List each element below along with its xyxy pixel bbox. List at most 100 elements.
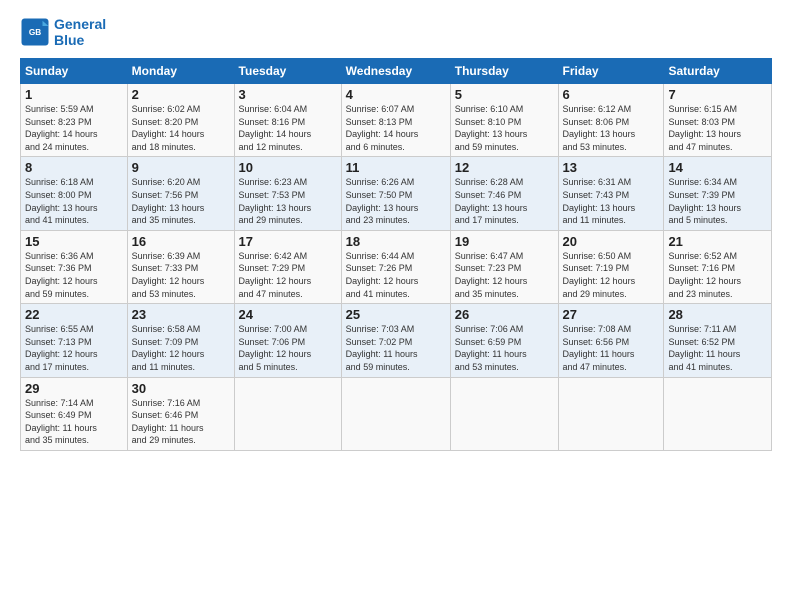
- day-number: 7: [668, 87, 767, 102]
- day-cell: 6Sunrise: 6:12 AM Sunset: 8:06 PM Daylig…: [558, 84, 664, 157]
- day-number: 15: [25, 234, 123, 249]
- header-cell-thursday: Thursday: [450, 59, 558, 84]
- day-number: 16: [132, 234, 230, 249]
- day-number: 2: [132, 87, 230, 102]
- day-number: 29: [25, 381, 123, 396]
- day-info: Sunrise: 6:36 AM Sunset: 7:36 PM Dayligh…: [25, 250, 123, 300]
- header-cell-tuesday: Tuesday: [234, 59, 341, 84]
- header-cell-wednesday: Wednesday: [341, 59, 450, 84]
- day-number: 4: [346, 87, 446, 102]
- day-info: Sunrise: 7:00 AM Sunset: 7:06 PM Dayligh…: [239, 323, 337, 373]
- day-cell: 13Sunrise: 6:31 AM Sunset: 7:43 PM Dayli…: [558, 157, 664, 230]
- day-cell: 25Sunrise: 7:03 AM Sunset: 7:02 PM Dayli…: [341, 304, 450, 377]
- day-info: Sunrise: 6:47 AM Sunset: 7:23 PM Dayligh…: [455, 250, 554, 300]
- day-cell: 8Sunrise: 6:18 AM Sunset: 8:00 PM Daylig…: [21, 157, 128, 230]
- day-number: 24: [239, 307, 337, 322]
- day-info: Sunrise: 6:42 AM Sunset: 7:29 PM Dayligh…: [239, 250, 337, 300]
- day-cell: [558, 377, 664, 450]
- header-cell-monday: Monday: [127, 59, 234, 84]
- day-cell: [234, 377, 341, 450]
- day-info: Sunrise: 7:11 AM Sunset: 6:52 PM Dayligh…: [668, 323, 767, 373]
- day-number: 30: [132, 381, 230, 396]
- day-number: 27: [563, 307, 660, 322]
- day-cell: 20Sunrise: 6:50 AM Sunset: 7:19 PM Dayli…: [558, 230, 664, 303]
- day-number: 26: [455, 307, 554, 322]
- day-info: Sunrise: 7:03 AM Sunset: 7:02 PM Dayligh…: [346, 323, 446, 373]
- header-row: SundayMondayTuesdayWednesdayThursdayFrid…: [21, 59, 772, 84]
- day-cell: 17Sunrise: 6:42 AM Sunset: 7:29 PM Dayli…: [234, 230, 341, 303]
- day-cell: 1Sunrise: 5:59 AM Sunset: 8:23 PM Daylig…: [21, 84, 128, 157]
- day-cell: [664, 377, 772, 450]
- day-info: Sunrise: 7:14 AM Sunset: 6:49 PM Dayligh…: [25, 397, 123, 447]
- day-cell: [450, 377, 558, 450]
- day-number: 12: [455, 160, 554, 175]
- header-cell-sunday: Sunday: [21, 59, 128, 84]
- day-number: 3: [239, 87, 337, 102]
- day-number: 6: [563, 87, 660, 102]
- day-info: Sunrise: 6:39 AM Sunset: 7:33 PM Dayligh…: [132, 250, 230, 300]
- day-number: 18: [346, 234, 446, 249]
- day-cell: 2Sunrise: 6:02 AM Sunset: 8:20 PM Daylig…: [127, 84, 234, 157]
- day-cell: 29Sunrise: 7:14 AM Sunset: 6:49 PM Dayli…: [21, 377, 128, 450]
- page: GB General Blue SundayMondayTuesdayWedne…: [0, 0, 792, 461]
- day-cell: [341, 377, 450, 450]
- day-number: 28: [668, 307, 767, 322]
- day-info: Sunrise: 7:06 AM Sunset: 6:59 PM Dayligh…: [455, 323, 554, 373]
- day-number: 5: [455, 87, 554, 102]
- day-info: Sunrise: 7:08 AM Sunset: 6:56 PM Dayligh…: [563, 323, 660, 373]
- day-number: 11: [346, 160, 446, 175]
- day-info: Sunrise: 6:28 AM Sunset: 7:46 PM Dayligh…: [455, 176, 554, 226]
- logo: GB General Blue: [20, 16, 106, 48]
- day-info: Sunrise: 6:04 AM Sunset: 8:16 PM Dayligh…: [239, 103, 337, 153]
- day-cell: 27Sunrise: 7:08 AM Sunset: 6:56 PM Dayli…: [558, 304, 664, 377]
- day-cell: 16Sunrise: 6:39 AM Sunset: 7:33 PM Dayli…: [127, 230, 234, 303]
- day-info: Sunrise: 6:55 AM Sunset: 7:13 PM Dayligh…: [25, 323, 123, 373]
- day-number: 8: [25, 160, 123, 175]
- week-row-1: 1Sunrise: 5:59 AM Sunset: 8:23 PM Daylig…: [21, 84, 772, 157]
- day-cell: 18Sunrise: 6:44 AM Sunset: 7:26 PM Dayli…: [341, 230, 450, 303]
- day-info: Sunrise: 7:16 AM Sunset: 6:46 PM Dayligh…: [132, 397, 230, 447]
- day-number: 20: [563, 234, 660, 249]
- day-info: Sunrise: 6:23 AM Sunset: 7:53 PM Dayligh…: [239, 176, 337, 226]
- week-row-2: 8Sunrise: 6:18 AM Sunset: 8:00 PM Daylig…: [21, 157, 772, 230]
- day-number: 21: [668, 234, 767, 249]
- day-cell: 23Sunrise: 6:58 AM Sunset: 7:09 PM Dayli…: [127, 304, 234, 377]
- logo-icon: GB: [20, 17, 50, 47]
- day-cell: 21Sunrise: 6:52 AM Sunset: 7:16 PM Dayli…: [664, 230, 772, 303]
- day-number: 1: [25, 87, 123, 102]
- day-cell: 30Sunrise: 7:16 AM Sunset: 6:46 PM Dayli…: [127, 377, 234, 450]
- day-cell: 5Sunrise: 6:10 AM Sunset: 8:10 PM Daylig…: [450, 84, 558, 157]
- day-cell: 3Sunrise: 6:04 AM Sunset: 8:16 PM Daylig…: [234, 84, 341, 157]
- day-number: 14: [668, 160, 767, 175]
- day-cell: 26Sunrise: 7:06 AM Sunset: 6:59 PM Dayli…: [450, 304, 558, 377]
- day-cell: 28Sunrise: 7:11 AM Sunset: 6:52 PM Dayli…: [664, 304, 772, 377]
- day-cell: 11Sunrise: 6:26 AM Sunset: 7:50 PM Dayli…: [341, 157, 450, 230]
- week-row-4: 22Sunrise: 6:55 AM Sunset: 7:13 PM Dayli…: [21, 304, 772, 377]
- day-number: 23: [132, 307, 230, 322]
- day-info: Sunrise: 6:10 AM Sunset: 8:10 PM Dayligh…: [455, 103, 554, 153]
- day-info: Sunrise: 6:07 AM Sunset: 8:13 PM Dayligh…: [346, 103, 446, 153]
- header-cell-friday: Friday: [558, 59, 664, 84]
- day-info: Sunrise: 6:44 AM Sunset: 7:26 PM Dayligh…: [346, 250, 446, 300]
- day-cell: 14Sunrise: 6:34 AM Sunset: 7:39 PM Dayli…: [664, 157, 772, 230]
- logo-text: General Blue: [54, 16, 106, 48]
- week-row-5: 29Sunrise: 7:14 AM Sunset: 6:49 PM Dayli…: [21, 377, 772, 450]
- day-cell: 19Sunrise: 6:47 AM Sunset: 7:23 PM Dayli…: [450, 230, 558, 303]
- day-cell: 22Sunrise: 6:55 AM Sunset: 7:13 PM Dayli…: [21, 304, 128, 377]
- day-number: 19: [455, 234, 554, 249]
- day-info: Sunrise: 6:15 AM Sunset: 8:03 PM Dayligh…: [668, 103, 767, 153]
- day-number: 13: [563, 160, 660, 175]
- day-cell: 24Sunrise: 7:00 AM Sunset: 7:06 PM Dayli…: [234, 304, 341, 377]
- day-info: Sunrise: 5:59 AM Sunset: 8:23 PM Dayligh…: [25, 103, 123, 153]
- day-number: 25: [346, 307, 446, 322]
- day-info: Sunrise: 6:52 AM Sunset: 7:16 PM Dayligh…: [668, 250, 767, 300]
- day-cell: 7Sunrise: 6:15 AM Sunset: 8:03 PM Daylig…: [664, 84, 772, 157]
- day-cell: 12Sunrise: 6:28 AM Sunset: 7:46 PM Dayli…: [450, 157, 558, 230]
- day-info: Sunrise: 6:02 AM Sunset: 8:20 PM Dayligh…: [132, 103, 230, 153]
- week-row-3: 15Sunrise: 6:36 AM Sunset: 7:36 PM Dayli…: [21, 230, 772, 303]
- day-info: Sunrise: 6:34 AM Sunset: 7:39 PM Dayligh…: [668, 176, 767, 226]
- day-info: Sunrise: 6:58 AM Sunset: 7:09 PM Dayligh…: [132, 323, 230, 373]
- day-number: 10: [239, 160, 337, 175]
- day-info: Sunrise: 6:26 AM Sunset: 7:50 PM Dayligh…: [346, 176, 446, 226]
- day-info: Sunrise: 6:12 AM Sunset: 8:06 PM Dayligh…: [563, 103, 660, 153]
